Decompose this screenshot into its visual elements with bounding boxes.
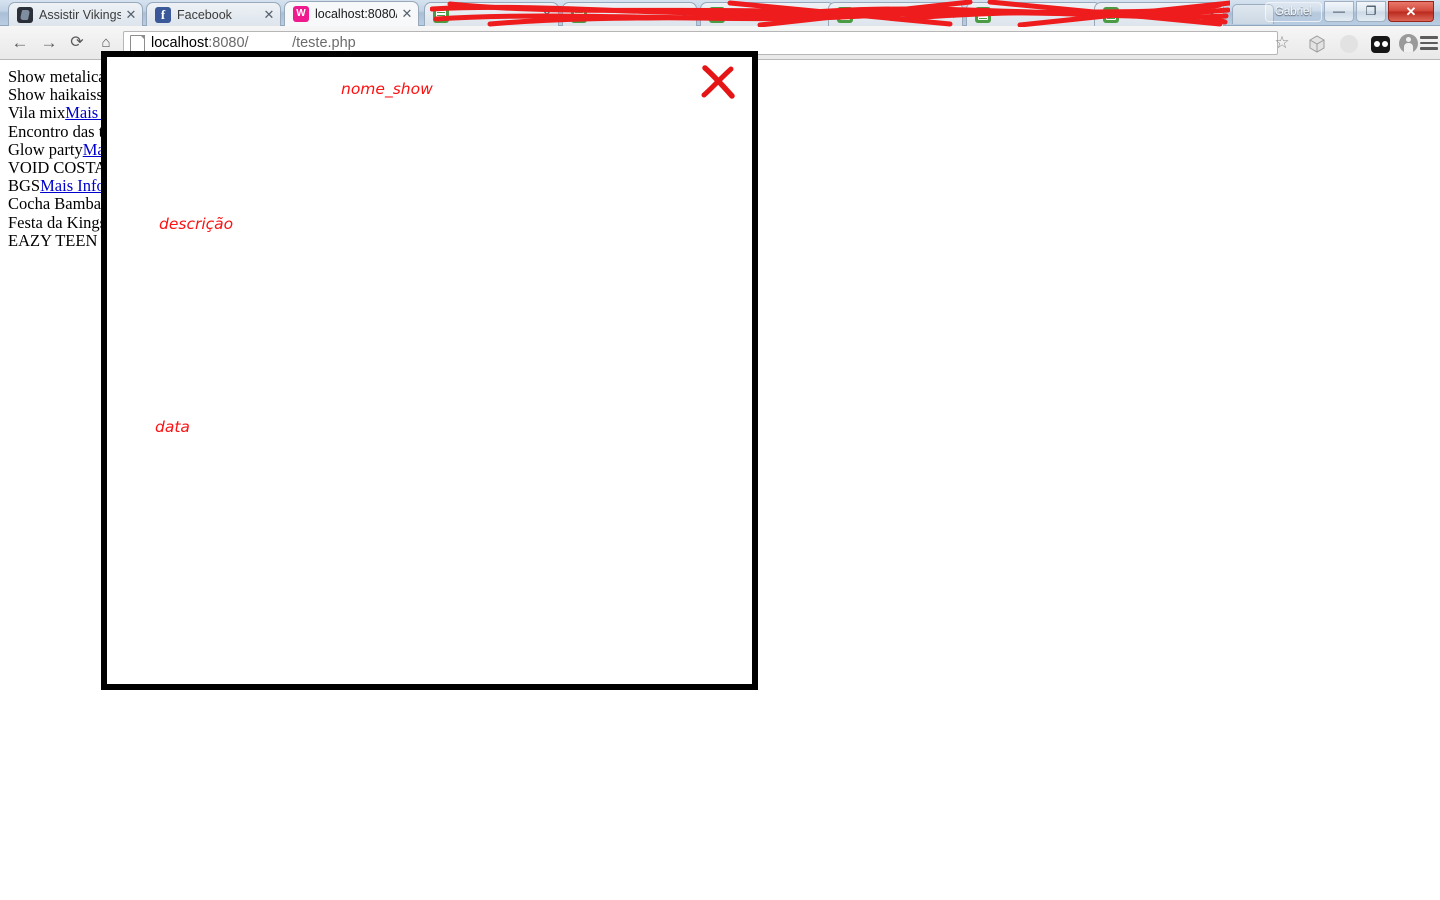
php-favicon-icon — [837, 6, 853, 23]
browser-tab-redacted-4[interactable]: ✕ — [828, 2, 963, 26]
url-redacted-segment: xxxxxx — [249, 35, 293, 51]
browser-tab-redacted-1[interactable]: ✕ — [424, 2, 559, 26]
event-title: Vila mix — [8, 103, 66, 123]
two-dots-extension-icon[interactable] — [1371, 34, 1391, 54]
event-title: Cocha Bamba — [8, 194, 102, 214]
event-title: EAZY TEEN — [8, 230, 98, 250]
facebook-favicon-icon: f — [155, 6, 171, 23]
event-title: BGS — [8, 176, 41, 196]
page-document-icon — [130, 34, 145, 52]
tab-label: Facebook — [177, 7, 232, 22]
tab-close-icon[interactable]: ✕ — [944, 8, 958, 22]
close-x-icon[interactable] — [698, 63, 738, 101]
show-detail-modal: nome_show descrição data — [101, 51, 758, 690]
browser-tab-redacted-2[interactable]: ✕ — [562, 2, 697, 26]
tab-label: Assistir Vikings — [39, 7, 121, 22]
php-favicon-icon — [1103, 6, 1119, 23]
browser-tab-facebook[interactable]: f Facebook ✕ — [146, 2, 281, 26]
tab-label: localhost:8080/ — [315, 7, 397, 21]
event-title: Festa da Kings — [8, 212, 107, 232]
user-profile-button[interactable]: Gabriel — [1264, 2, 1322, 22]
url-path: /teste.php — [292, 35, 356, 51]
person-extension-icon[interactable] — [1399, 34, 1419, 54]
back-icon[interactable]: ← — [8, 32, 32, 54]
php-favicon-icon — [975, 6, 991, 23]
browser-tab-redacted-6[interactable]: ✕ — [1094, 2, 1224, 26]
window-maximize-button[interactable]: ❐ — [1356, 1, 1386, 22]
event-title: Show haikaiss — [8, 85, 103, 105]
wamp-favicon-icon: W — [293, 6, 309, 22]
bookmark-star-icon[interactable]: ☆ — [1270, 31, 1294, 55]
cube-extension-icon[interactable] — [1307, 34, 1327, 54]
url-host: localhost — [151, 35, 209, 51]
circle-extension-icon[interactable] — [1339, 34, 1359, 54]
vikings-favicon-icon — [17, 6, 33, 23]
tab-close-icon[interactable]: ✕ — [400, 7, 414, 21]
browser-tab-redacted-3[interactable]: ✕ — [700, 2, 835, 26]
browser-tab-redacted-5[interactable]: ✕ — [966, 2, 1101, 26]
window-close-button[interactable]: ✕ — [1388, 1, 1434, 22]
url-port: :8080/ — [208, 35, 249, 51]
event-title: Show metalica — [8, 67, 106, 86]
event-more-info-link[interactable]: Mais Info — [40, 176, 105, 195]
event-title: Glow party — [8, 139, 83, 159]
tab-close-icon[interactable]: ✕ — [1205, 8, 1219, 22]
window-minimize-button[interactable]: — — [1324, 1, 1354, 22]
php-favicon-icon — [433, 6, 449, 23]
browser-title-bar: Assistir Vikings ✕ f Facebook ✕ W localh… — [0, 0, 1440, 27]
url-text: localhost:8080/xxxxxx/teste.php — [151, 35, 356, 51]
reload-icon[interactable]: ⟳ — [65, 32, 89, 54]
tab-close-icon[interactable]: ✕ — [124, 8, 138, 22]
event-title: Encontro das t — [8, 121, 104, 141]
browser-tab-assistir-vikings[interactable]: Assistir Vikings ✕ — [8, 2, 143, 26]
tab-close-icon[interactable]: ✕ — [262, 8, 276, 22]
forward-icon[interactable]: → — [37, 32, 61, 54]
field-annotation-nome-show: nome_show — [341, 80, 433, 98]
browser-tab-localhost-active[interactable]: W localhost:8080/ ✕ — [284, 1, 419, 26]
php-favicon-icon — [709, 6, 725, 23]
tab-close-icon[interactable]: ✕ — [540, 8, 554, 22]
field-annotation-data: data — [155, 418, 190, 436]
event-title: VOID COSTA — [8, 157, 107, 177]
tab-close-icon[interactable]: ✕ — [678, 8, 692, 22]
field-annotation-descricao: descrição — [159, 215, 234, 233]
php-favicon-icon — [571, 6, 587, 23]
hamburger-menu-icon[interactable] — [1420, 33, 1438, 53]
